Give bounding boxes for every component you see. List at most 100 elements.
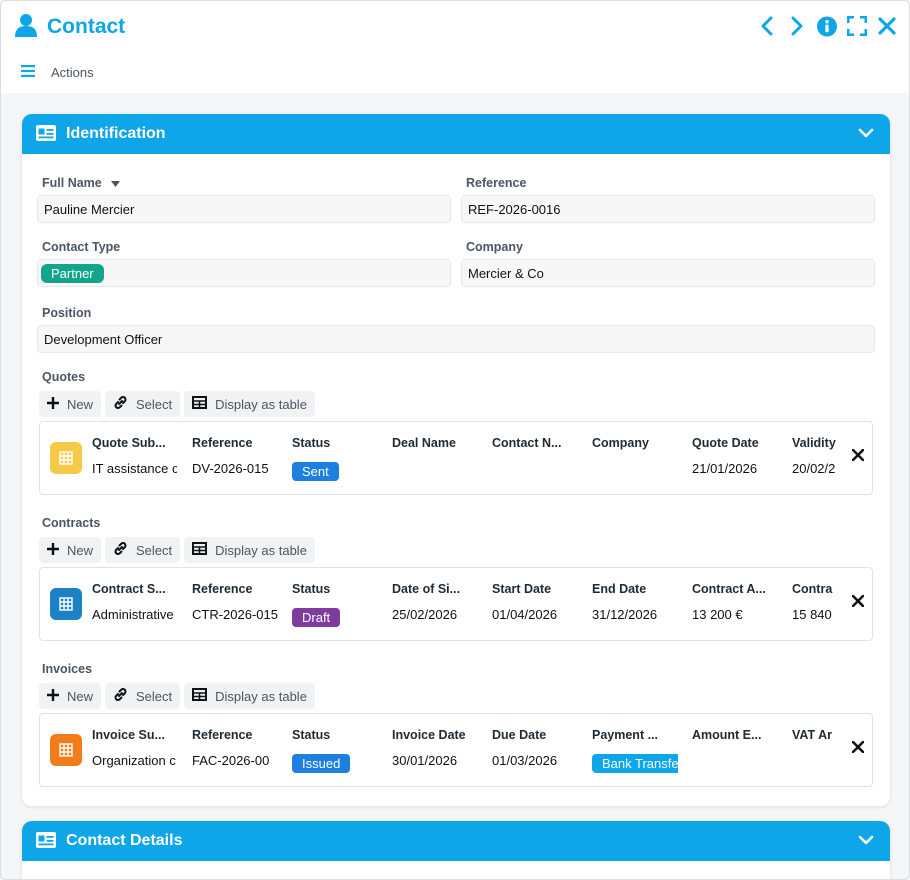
expand-icon[interactable] [847,15,867,37]
identification-header[interactable]: Identification [22,114,890,154]
remove-contract-icon[interactable] [851,594,865,610]
invoices-label: Invoices [42,662,93,676]
contact-type-tag: Partner [41,263,104,283]
contracts-display-table-button[interactable]: Display as table [184,537,315,563]
invoice-status: Issued [292,754,380,773]
contracts-select-button[interactable]: Select [105,537,181,563]
status-badge: Sent [292,462,339,481]
contact-type-field[interactable]: Partner [37,259,451,287]
invoice-due-date: 01/03/2026 [492,753,558,768]
identification-section: Identification Full Name Pauline Mercier… [22,114,890,806]
remove-invoice-icon[interactable] [851,740,865,756]
quotes-col-4: Contact N... [492,436,562,450]
contracts-card[interactable]: Contract S... Reference Status Date of S… [39,567,873,641]
quotes-col-7: Validity [792,436,836,450]
status-badge: Issued [292,754,351,773]
id-card-icon [36,831,56,851]
quotes-col-5: Company [592,436,649,450]
link-icon [113,395,128,413]
invoices-display-table-button[interactable]: Display as table [184,683,315,709]
contract-other: 15 840 [792,607,832,622]
chevron-down-icon[interactable] [858,125,874,144]
table-icon [192,688,208,704]
company-field[interactable]: Mercier & Co [461,259,875,287]
contact-type-label: Contact Type [42,240,121,254]
chevron-left-icon[interactable] [757,15,777,37]
invoice-payment: Bank Transfe [592,754,678,773]
quotes-new-button[interactable]: New [39,391,102,417]
full-name-label[interactable]: Full Name [42,176,121,190]
info-icon[interactable] [817,15,837,37]
title-row: Contact [15,13,125,40]
invoices-col-0: Invoice Su... [92,728,165,742]
invoices-new-button[interactable]: New [39,683,102,709]
quotes-col-2: Status [292,436,331,450]
contract-end-date: 31/12/2026 [592,607,658,622]
contracts-label: Contracts [42,516,101,530]
contracts-col-4: Start Date [492,582,552,596]
contract-reference: CTR-2026-015 [192,607,278,622]
window-controls [757,15,897,37]
quote-validity: 20/02/2 [792,461,836,476]
contracts-col-1: Reference [192,582,253,596]
contracts-col-3: Date of Si... [392,582,461,596]
quotes-card[interactable]: Quote Sub... Reference Status Deal Name … [39,421,873,495]
contracts-new-button[interactable]: New [39,537,102,563]
quotes-col-6: Quote Date [692,436,759,450]
quotes-display-table-button[interactable]: Display as table [184,391,315,417]
invoices-col-6: Amount E... [692,728,762,742]
invoices-col-1: Reference [192,728,253,742]
contract-status: Draft [292,608,380,627]
reference-field[interactable]: REF-2026-0016 [461,195,875,223]
quotes-col-0: Quote Sub... [92,436,166,450]
caret-down-icon[interactable] [111,176,121,190]
full-name-field[interactable]: Pauline Mercier [37,195,451,223]
invoices-select-button[interactable]: Select [105,683,181,709]
hamburger-menu-icon[interactable] [21,65,35,80]
remove-quote-icon[interactable] [851,448,865,464]
link-icon [113,541,128,559]
contract-signed-date: 25/02/2026 [392,607,458,622]
invoices-toolbar: New Select Display as table [39,683,315,709]
link-icon [113,687,128,705]
plus-icon [47,396,59,412]
identification-title: Identification [66,125,166,142]
contract-amount: 13 200 € [692,607,743,622]
position-field[interactable]: Development Officer [37,325,875,353]
quotes-toolbar: New Select Display as table [39,391,315,417]
close-icon[interactable] [877,15,897,37]
invoices-col-3: Invoice Date [392,728,466,742]
chevron-down-icon[interactable] [858,832,874,851]
quotes-label: Quotes [42,370,86,384]
reference-label: Reference [466,176,527,190]
grid-icon [50,588,82,620]
contract-subject: Administrative [92,607,174,622]
contracts-toolbar: New Select Display as table [39,537,315,563]
contact-window: Contact Actions Identification Full Name… [0,0,910,880]
grid-icon [50,442,82,474]
quotes-col-3: Deal Name [392,436,456,450]
contracts-col-7: Contra [792,582,833,596]
invoices-col-4: Due Date [492,728,547,742]
position-label: Position [42,306,92,320]
contact-details-section: Contact Details [22,821,890,879]
id-card-icon [36,124,56,144]
page-title: Contact [47,14,126,38]
invoice-date: 30/01/2026 [392,753,458,768]
contracts-col-0: Contract S... [92,582,166,596]
table-icon [192,542,208,558]
quotes-select-button[interactable]: Select [105,391,181,417]
grid-icon [50,734,82,766]
contact-details-header[interactable]: Contact Details [22,821,890,861]
contract-start-date: 01/04/2026 [492,607,558,622]
invoices-col-5: Payment ... [592,728,658,742]
invoices-card[interactable]: Invoice Su... Reference Status Invoice D… [39,713,873,787]
table-icon [192,396,208,412]
invoice-subject: Organization c [92,753,176,768]
quote-date: 21/01/2026 [692,461,758,476]
chevron-right-icon[interactable] [787,15,807,37]
actions-label[interactable]: Actions [51,65,94,80]
company-label: Company [466,240,523,254]
actions-menu[interactable]: Actions [21,65,94,80]
invoices-col-2: Status [292,728,331,742]
